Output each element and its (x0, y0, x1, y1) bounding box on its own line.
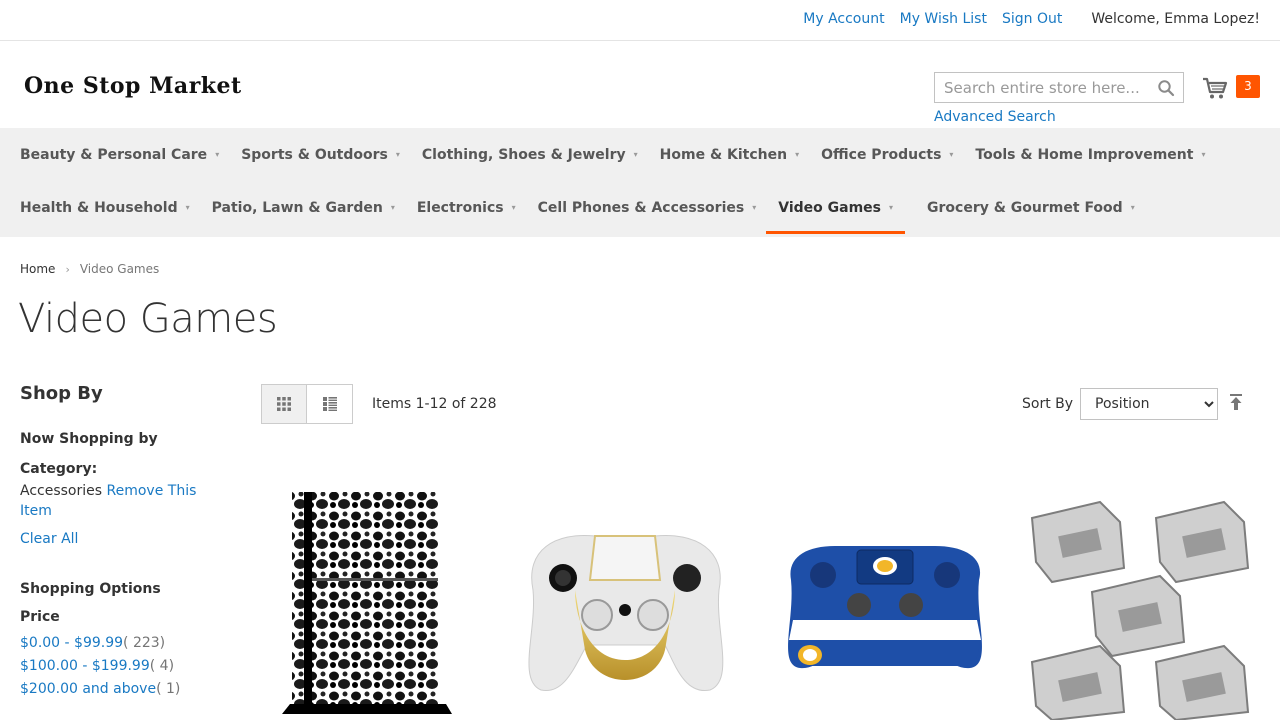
sort-label: Sort By (1022, 396, 1074, 412)
active-filter: Accessories Remove This Item (20, 481, 200, 521)
nav-item-label: Clothing, Shoes & Jewelry (421, 146, 626, 163)
grid-icon (277, 397, 291, 411)
nav-item-label: Video Games (778, 199, 881, 216)
list-icon (322, 397, 337, 411)
chevron-right-icon: › (65, 262, 70, 276)
product-image-rams-controller[interactable] (765, 470, 1005, 720)
product-image-gold-controller[interactable] (505, 470, 745, 720)
advanced-search-link[interactable]: Advanced Search (934, 109, 1056, 125)
nav-item-patio[interactable]: Patio, Lawn & Garden ▾ (212, 181, 395, 234)
chevron-down-icon: ▾ (889, 203, 894, 212)
nav-row: Health & Household ▾ Patio, Lawn & Garden… (20, 181, 1157, 234)
top-bar: My Account My Wish List Sign Out Welcome… (0, 0, 1280, 41)
nav-item-label: Health & Household (20, 199, 178, 216)
chevron-down-icon: ▾ (795, 150, 800, 159)
store-logo[interactable]: One Stop Market (24, 73, 242, 99)
chevron-down-icon: ▾ (511, 203, 516, 212)
nav-item-cell-phones[interactable]: Cell Phones & Accessories ▾ (538, 181, 757, 234)
clear-all-link[interactable]: Clear All (20, 531, 78, 547)
breadcrumb-home[interactable]: Home (20, 262, 55, 276)
breadcrumb: Home › Video Games (20, 262, 159, 276)
toolbar-amount: Items 1-12 of 228 (372, 396, 497, 412)
grid-view-button[interactable] (261, 384, 307, 424)
filter-value: Accessories (20, 483, 103, 499)
sort-select[interactable]: Position (1080, 388, 1218, 420)
my-account-link[interactable]: My Account (803, 11, 884, 27)
welcome-message: Welcome, Emma Lopez! (1091, 11, 1260, 27)
sidebar: Shop By Now Shopping by Category: Access… (20, 383, 220, 697)
price-option-link[interactable]: $100.00 - $199.99 (20, 658, 150, 674)
nav-item-clothing[interactable]: Clothing, Shoes & Jewelry ▾ (422, 128, 638, 181)
search-icon[interactable] (1157, 79, 1175, 97)
price-filter-list: $0.00 - $99.99( 223) $100.00 - $199.99( … (20, 635, 180, 704)
nav-item-beauty[interactable]: Beauty & Personal Care ▾ (20, 128, 219, 181)
nav-item-label: Patio, Lawn & Garden (211, 199, 383, 216)
filter-label: Category: (20, 461, 98, 477)
shopping-options-heading: Shopping Options (20, 581, 161, 597)
chevron-down-icon: ▾ (185, 203, 190, 212)
wish-list-link[interactable]: My Wish List (900, 11, 987, 27)
nav-item-tools[interactable]: Tools & Home Improvement ▾ (975, 128, 1205, 181)
nav-item-label: Office Products (821, 146, 942, 163)
price-option[interactable]: $200.00 and above( 1) (20, 681, 180, 704)
price-option[interactable]: $0.00 - $99.99( 223) (20, 635, 180, 658)
sign-out-link[interactable]: Sign Out (1002, 11, 1062, 27)
price-option-link[interactable]: $200.00 and above (20, 681, 156, 697)
list-view-button[interactable] (307, 384, 353, 424)
cart-count-badge[interactable]: 3 (1236, 75, 1260, 98)
cart-icon[interactable] (1202, 75, 1228, 101)
price-option-count: ( 223) (123, 635, 166, 651)
nav-item-office[interactable]: Office Products ▾ (821, 128, 953, 181)
nav-item-label: Home & Kitchen (659, 146, 788, 163)
header-links: My Account My Wish List Sign Out Welcome… (803, 11, 1260, 27)
nav-item-label: Grocery & Gourmet Food (927, 199, 1123, 216)
page-title: Video Games (18, 296, 278, 342)
product-image-console-skin[interactable] (262, 470, 502, 720)
price-option-count: ( 4) (149, 658, 175, 674)
nav-item-grocery[interactable]: Grocery & Gourmet Food ▾ (927, 181, 1135, 234)
nav-row: Beauty & Personal Care ▾ Sports & Outdoor… (20, 128, 1227, 181)
nav-item-video-games[interactable]: Video Games ▾ (766, 181, 905, 234)
chevron-down-icon: ▾ (1130, 203, 1135, 212)
search-input[interactable] (935, 73, 1145, 102)
chevron-down-icon: ▾ (752, 203, 757, 212)
breadcrumb-current: Video Games (79, 262, 160, 276)
category-nav: Beauty & Personal Care ▾ Sports & Outdoor… (0, 128, 1280, 237)
product-rams-controller-icon (788, 546, 982, 669)
nav-item-label: Electronics (416, 199, 504, 216)
chevron-down-icon: ▾ (1201, 150, 1206, 159)
chevron-down-icon: ▾ (949, 150, 954, 159)
chevron-down-icon: ▾ (395, 150, 400, 159)
price-option[interactable]: $100.00 - $199.99( 4) (20, 658, 180, 681)
view-mode-switcher (261, 384, 353, 424)
nav-item-health[interactable]: Health & Household ▾ (20, 181, 190, 234)
sort-direction-arrow-icon[interactable] (1229, 394, 1243, 410)
product-console-skin-icon (282, 492, 452, 714)
chevron-down-icon: ▾ (633, 150, 638, 159)
search-box (934, 72, 1184, 103)
product-gold-controller-icon (528, 534, 724, 691)
nav-item-label: Tools & Home Improvement (975, 146, 1194, 163)
nav-item-sports[interactable]: Sports & Outdoors ▾ (241, 128, 400, 181)
shop-by-heading: Shop By (20, 383, 103, 404)
product-image-hdmi-ports[interactable] (1022, 470, 1262, 720)
price-option-link[interactable]: $0.00 - $99.99 (20, 635, 123, 651)
nav-item-label: Sports & Outdoors (241, 146, 388, 163)
nav-item-label: Cell Phones & Accessories (537, 199, 745, 216)
nav-item-label: Beauty & Personal Care (20, 146, 208, 163)
chevron-down-icon: ▾ (390, 203, 395, 212)
nav-item-home-kitchen[interactable]: Home & Kitchen ▾ (660, 128, 799, 181)
price-option-count: ( 1) (156, 681, 181, 697)
now-shopping-heading: Now Shopping by (20, 431, 158, 447)
product-hdmi-ports-icon (1030, 500, 1250, 720)
price-filter-title[interactable]: Price (20, 609, 60, 625)
nav-item-electronics[interactable]: Electronics ▾ (417, 181, 516, 234)
chevron-down-icon: ▾ (215, 150, 220, 159)
